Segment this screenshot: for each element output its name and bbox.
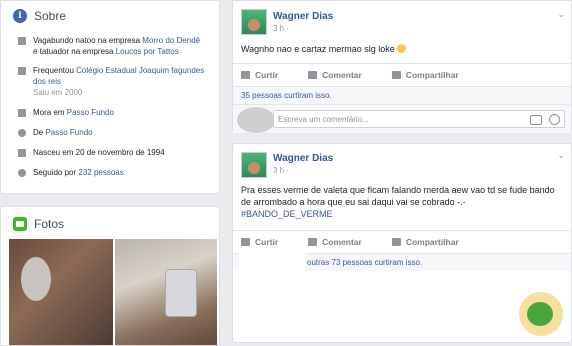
- about-title[interactable]: Sobre: [34, 9, 66, 23]
- education-year: Saiu em 2000: [33, 88, 83, 97]
- graduation-cap-icon: [18, 67, 26, 75]
- commenter-avatar: [237, 107, 275, 133]
- share-icon: [391, 71, 401, 79]
- blurred-face: [21, 257, 51, 301]
- birthday-text: Nasceu em 20 de novembro de 1994: [33, 148, 165, 157]
- photos-title[interactable]: Fotos: [34, 217, 64, 231]
- about-header: i Sobre: [1, 1, 219, 29]
- photo-thumbnail[interactable]: [9, 239, 113, 345]
- post-text: Pra esses verme de valeta que ficam fala…: [241, 185, 555, 207]
- photos-card: Fotos: [0, 206, 220, 346]
- comment-input[interactable]: Escreva um comentário...: [273, 110, 565, 128]
- like-button[interactable]: Curtir: [241, 70, 278, 80]
- education-text: Frequentou: [33, 66, 77, 75]
- phone-image: [165, 269, 197, 317]
- redacted-area: [239, 253, 305, 271]
- share-button[interactable]: Compartilhar: [391, 237, 459, 247]
- post: Wagner Dias 3 h · ⌄ Pra esses verme de v…: [232, 143, 572, 343]
- work-info: Vagabundo natoo na empresa Morro do Dend…: [1, 35, 219, 57]
- comment-icon: [308, 71, 318, 79]
- birthday-cake-icon: [18, 149, 26, 157]
- lives-in-text: Mora em: [33, 108, 67, 117]
- smiley-emoji-icon: [397, 44, 407, 53]
- post-text-block: Pra esses verme de valeta que ficam fala…: [241, 184, 563, 220]
- author-name[interactable]: Wagner Dias: [273, 153, 333, 164]
- home-icon: [18, 109, 26, 117]
- thumbs-up-icon: [241, 238, 250, 246]
- share-icon: [391, 238, 401, 246]
- redacted-area: [239, 280, 415, 334]
- post-time[interactable]: 3 h ·: [273, 166, 289, 175]
- from-link[interactable]: Passo Fundo: [45, 128, 92, 137]
- followers-info: Seguido por 232 pessoas: [1, 167, 219, 178]
- work-link-2[interactable]: Loucos por Tattos: [116, 47, 179, 56]
- work-text-1: Vagabundo natoo na empresa: [33, 36, 143, 45]
- chevron-down-icon[interactable]: ⌄: [557, 9, 565, 20]
- post-actions: Curtir Comentar Compartilhar: [233, 230, 571, 253]
- post-text-block: Wagnho nao e cartaz mermao slg loke: [241, 43, 563, 55]
- sticker-bird-icon: [519, 292, 563, 336]
- thumbs-up-icon: [241, 71, 250, 79]
- author-avatar[interactable]: [241, 9, 267, 35]
- birthday-info: Nasceu em 20 de novembro de 1994: [1, 147, 219, 158]
- hashtag-link[interactable]: #BANDO_DE_VERME: [241, 209, 333, 219]
- map-pin-icon: [18, 129, 26, 137]
- emoji-icon[interactable]: [549, 114, 560, 125]
- photos-icon: [13, 217, 27, 231]
- like-button[interactable]: Curtir: [241, 237, 278, 247]
- lives-in-link[interactable]: Passo Fundo: [67, 108, 114, 117]
- photo-thumbnail[interactable]: [115, 239, 217, 345]
- post-actions: Curtir Comentar Compartilhar: [233, 63, 571, 86]
- rss-icon: [18, 169, 26, 177]
- author-name[interactable]: Wagner Dias: [273, 11, 333, 22]
- comment-placeholder: Escreva um comentário...: [278, 115, 369, 124]
- post: Wagner Dias 3 h · ⌄ Wagnho nao e cartaz …: [232, 0, 572, 133]
- chevron-down-icon[interactable]: ⌄: [557, 150, 565, 161]
- lives-in-info: Mora em Passo Fundo: [1, 107, 219, 118]
- share-button[interactable]: Compartilhar: [391, 70, 459, 80]
- work-link-1[interactable]: Morro do Dendê: [142, 36, 200, 45]
- followers-link[interactable]: 232 pessoas: [78, 168, 123, 177]
- comment-button[interactable]: Comentar: [308, 70, 362, 80]
- comment-icon: [308, 238, 318, 246]
- about-card: i Sobre Vagabundo natoo na empresa Morro…: [0, 0, 220, 194]
- post-text: Wagnho nao e cartaz mermao slg loke: [241, 44, 395, 54]
- from-text: De: [33, 128, 46, 137]
- from-info: De Passo Fundo: [1, 127, 219, 138]
- camera-icon[interactable]: [530, 115, 542, 125]
- post-time[interactable]: 3 h ·: [273, 24, 289, 33]
- info-icon: i: [13, 9, 27, 23]
- followers-text: Seguido por: [33, 168, 79, 177]
- author-avatar[interactable]: [241, 152, 267, 178]
- work-text-2: e tatuador na empresa: [33, 47, 116, 56]
- comment-composer: Escreva um comentário...: [233, 104, 571, 133]
- likes-summary[interactable]: 35 pessoas curtiram isso.: [233, 86, 571, 104]
- photos-header: Fotos: [1, 207, 219, 237]
- education-info: Frequentou Colégio Estadual Joaquim fagu…: [1, 65, 219, 98]
- briefcase-icon: [18, 37, 26, 45]
- comment-button[interactable]: Comentar: [308, 237, 362, 247]
